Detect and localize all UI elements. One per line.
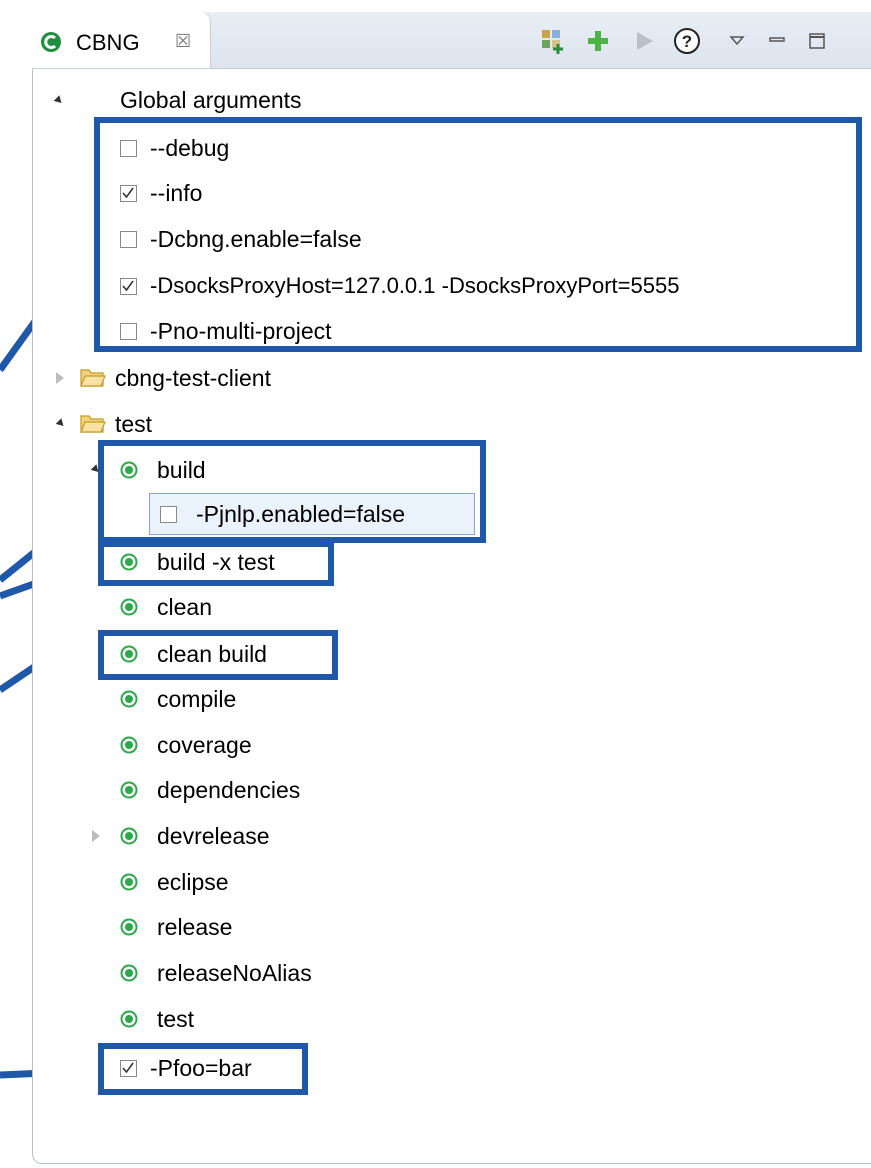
- tree-item-project[interactable]: test: [0, 404, 871, 444]
- task-label: clean: [157, 594, 212, 620]
- task-label: test: [157, 1006, 195, 1032]
- global-arg-label: --info: [150, 180, 203, 206]
- tree-item-global-arguments[interactable]: Global arguments: [0, 80, 871, 120]
- global-arg-label: -DsocksProxyHost=127.0.0.1 -DsocksProxyP…: [150, 273, 680, 298]
- task-icon: [120, 1010, 138, 1028]
- task-argument-label: -Pfoo=bar: [150, 1055, 252, 1081]
- expand-arrow-icon[interactable]: [53, 95, 65, 106]
- task-label: clean build: [157, 641, 267, 667]
- task-label: coverage: [157, 732, 252, 758]
- tab-title: CBNG: [76, 30, 140, 55]
- tree-item-task[interactable]: releaseNoAlias: [0, 953, 871, 993]
- tree-item-project[interactable]: cbng-test-client: [0, 358, 871, 398]
- project-label: test: [115, 411, 153, 437]
- folder-icon: [80, 415, 106, 433]
- add-icon[interactable]: [583, 26, 613, 56]
- tree-item-task[interactable]: build: [0, 450, 871, 490]
- task-icon: [120, 553, 138, 571]
- task-icon: [120, 461, 138, 479]
- global-arg-label: --debug: [150, 135, 230, 161]
- maximize-icon[interactable]: [802, 26, 832, 56]
- tree-item-task[interactable]: devrelease: [0, 816, 871, 856]
- tree-item-task[interactable]: clean: [0, 587, 871, 627]
- global-arguments-label: Global arguments: [120, 87, 302, 113]
- minimize-icon[interactable]: [762, 26, 792, 56]
- tree-item-task[interactable]: dependencies: [0, 770, 871, 810]
- global-arg-item[interactable]: --debug: [0, 128, 871, 168]
- collapse-arrow-icon[interactable]: [92, 830, 100, 842]
- tree-item-task[interactable]: clean build: [0, 634, 871, 674]
- help-icon[interactable]: ?: [672, 26, 702, 56]
- global-arg-item[interactable]: -Dcbng.enable=false: [0, 219, 871, 259]
- global-arg-item[interactable]: --info: [0, 173, 871, 213]
- checkbox-unchecked[interactable]: [120, 140, 137, 157]
- task-label: release: [157, 914, 233, 940]
- gradle-tasks-icon[interactable]: [538, 26, 568, 56]
- close-icon[interactable]: ☒: [175, 31, 191, 52]
- expand-arrow-icon[interactable]: [90, 464, 102, 475]
- checkbox-unchecked[interactable]: [120, 323, 137, 340]
- task-icon: [120, 873, 138, 891]
- checkbox-unchecked[interactable]: [120, 231, 137, 248]
- task-icon: [120, 827, 138, 845]
- task-argument-item[interactable]: -Pfoo=bar: [0, 1048, 871, 1088]
- tree-item-task[interactable]: build -x test: [0, 542, 871, 582]
- svg-text:?: ?: [682, 32, 692, 51]
- project-label: cbng-test-client: [115, 365, 271, 391]
- task-icon: [120, 598, 138, 616]
- tree-item-task[interactable]: eclipse: [0, 862, 871, 902]
- task-label: releaseNoAlias: [157, 960, 312, 986]
- checkbox-unchecked[interactable]: [160, 506, 177, 523]
- task-icon: [120, 918, 138, 936]
- global-arg-label: -Pno-multi-project: [150, 318, 332, 344]
- tree-item-task[interactable]: test: [0, 999, 871, 1039]
- task-label: eclipse: [157, 869, 229, 895]
- global-arg-item[interactable]: -DsocksProxyHost=127.0.0.1 -DsocksProxyP…: [0, 266, 871, 306]
- view-menu-icon[interactable]: [722, 26, 752, 56]
- tree-item-task[interactable]: release: [0, 907, 871, 947]
- expand-arrow-icon[interactable]: [55, 418, 67, 429]
- task-icon: [120, 690, 138, 708]
- checkbox-checked[interactable]: [120, 185, 137, 202]
- task-argument-item[interactable]: -Pjnlp.enabled=false: [0, 494, 871, 534]
- task-label: build: [157, 457, 206, 483]
- view-tab-bar: CBNG ☒ ?: [32, 12, 871, 69]
- task-icon: [120, 781, 138, 799]
- task-icon: [120, 964, 138, 982]
- task-label: build -x test: [157, 549, 275, 575]
- task-label: devrelease: [157, 823, 270, 849]
- global-arg-label: -Dcbng.enable=false: [150, 226, 362, 252]
- cbng-logo-icon: [41, 32, 61, 52]
- checkbox-checked[interactable]: [120, 1060, 137, 1077]
- tab-cbng[interactable]: CBNG ☒: [32, 12, 211, 68]
- task-argument-label: -Pjnlp.enabled=false: [196, 501, 406, 527]
- task-label: dependencies: [157, 777, 301, 803]
- task-label: compile: [157, 686, 237, 712]
- collapse-arrow-icon[interactable]: [56, 372, 64, 384]
- task-icon: [120, 736, 138, 754]
- checkbox-checked[interactable]: [120, 278, 137, 295]
- tree-item-task[interactable]: coverage: [0, 725, 871, 765]
- global-arg-item[interactable]: -Pno-multi-project: [0, 311, 871, 351]
- run-icon[interactable]: [629, 26, 659, 56]
- tree-item-task[interactable]: compile: [0, 679, 871, 719]
- task-icon: [120, 645, 138, 663]
- folder-icon: [80, 369, 106, 387]
